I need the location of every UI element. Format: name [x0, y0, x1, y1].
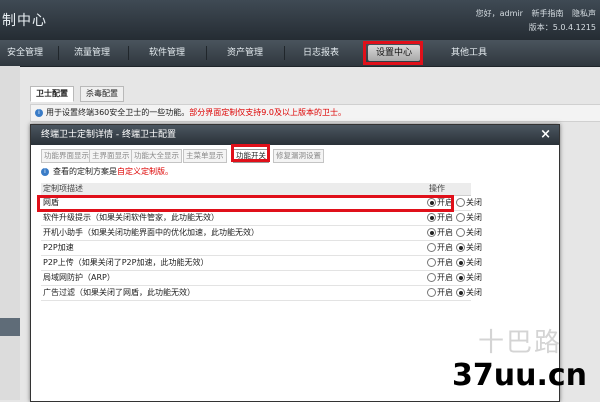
- radio-on-icon[interactable]: [427, 213, 436, 222]
- nav-item-logs[interactable]: 日志报表: [290, 45, 352, 61]
- row-options: 开启 关闭: [427, 226, 485, 240]
- dialog-title: 终端卫士定制详情 - 终端卫士配置: [41, 130, 176, 140]
- option-on-label: 开启: [437, 243, 453, 252]
- option-off-label: 关闭: [466, 198, 482, 207]
- watermark-url: 37uu.cn: [452, 358, 587, 393]
- radio-off-icon[interactable]: [456, 273, 465, 282]
- radio-off-icon[interactable]: [456, 213, 465, 222]
- main-nav: 安全管理 流量管理 软件管理 资产管理 日志报表 设置中心 其他工具: [0, 40, 600, 67]
- highlight-switch-tab: [231, 144, 270, 162]
- info-warning: 部分界面定制仅支持9.0及以上版本的卫士。: [189, 108, 347, 117]
- sidebar-band: [0, 318, 20, 336]
- row-options: 开启 关闭: [427, 271, 485, 285]
- radio-off-icon[interactable]: [456, 288, 465, 297]
- link-guide[interactable]: 新手指南: [531, 9, 563, 18]
- option-on-label: 开启: [437, 273, 453, 282]
- row-label: P2P上传（如果关闭了P2P加速，此功能无效）: [43, 258, 209, 267]
- tab-vuln-fix[interactable]: 修复漏洞设置: [273, 149, 324, 163]
- radio-off-icon[interactable]: [456, 198, 465, 207]
- tab-main-ui[interactable]: 主界面显示: [89, 149, 133, 163]
- highlight-net-shield-row: [37, 195, 454, 212]
- option-on-label: 开启: [437, 213, 453, 222]
- radio-off-icon[interactable]: [456, 228, 465, 237]
- highlight-settings-tab: [363, 41, 423, 65]
- table-row: P2P上传（如果关闭了P2P加速，此功能无效） 开启 关闭: [41, 256, 482, 271]
- tab-feature-ui[interactable]: 功能界面显示: [41, 149, 92, 163]
- link-privacy[interactable]: 隐私声: [572, 9, 596, 18]
- app-header: 制中心 您好，admir 新手指南 隐私声 版本：5.0.4.1215: [0, 0, 600, 40]
- row-label: 局域网防护（ARP）: [43, 273, 115, 282]
- row-options: 开启 关闭: [427, 241, 485, 255]
- subtab-guard-config[interactable]: 卫士配置: [30, 86, 74, 102]
- row-options: 开启 关闭: [427, 211, 485, 225]
- dialog-info: i 查看的定制方案是自定义定制版。: [41, 166, 173, 178]
- radio-on-icon[interactable]: [427, 243, 436, 252]
- radio-on-icon[interactable]: [427, 273, 436, 282]
- info-icon: i: [35, 108, 43, 117]
- option-off-label: 关闭: [466, 228, 482, 237]
- nav-item-security[interactable]: 安全管理: [0, 45, 50, 61]
- table-row: 局域网防护（ARP） 开启 关闭: [41, 271, 482, 286]
- table-row: 开机小助手（如果关闭功能界面中的优化加速，此功能无效） 开启 关闭: [41, 226, 482, 241]
- nav-item-tools[interactable]: 其他工具: [438, 45, 500, 61]
- radio-off-icon[interactable]: [456, 243, 465, 252]
- tab-main-menu[interactable]: 主菜单显示: [183, 149, 227, 163]
- dialog-info-prefix: 查看的定制方案是: [53, 167, 117, 176]
- row-label: P2P加速: [43, 243, 74, 252]
- radio-on-icon[interactable]: [427, 258, 436, 267]
- page-info-bar: i 用于设置终端360安全卫士的一些功能。部分界面定制仅支持9.0及以上版本的卫士…: [30, 104, 600, 122]
- app-title: 制中心: [2, 13, 47, 29]
- option-on-label: 开启: [437, 258, 453, 267]
- dialog-header: 终端卫士定制详情 - 终端卫士配置 ×: [31, 125, 559, 145]
- option-off-label: 关闭: [466, 273, 482, 282]
- table-row: P2P加速 开启 关闭: [41, 241, 482, 256]
- row-label: 软件升级提示（如果关闭软件管家，此功能无效）: [43, 213, 219, 222]
- info-text: 用于设置终端360安全卫士的一些功能。: [46, 108, 190, 117]
- greeting-text: 您好，admir: [475, 9, 523, 18]
- row-options: 开启 关闭: [427, 256, 485, 270]
- close-icon[interactable]: ×: [540, 125, 551, 145]
- version-text: 版本：5.0.4.1215: [528, 23, 596, 32]
- option-off-label: 关闭: [466, 213, 482, 222]
- nav-item-traffic[interactable]: 流量管理: [62, 45, 122, 61]
- nav-item-software[interactable]: 软件管理: [136, 45, 198, 61]
- watermark-logo: 十巴路: [478, 328, 563, 358]
- option-on-label: 开启: [437, 228, 453, 237]
- radio-off-icon[interactable]: [456, 258, 465, 267]
- info-icon: i: [41, 167, 49, 176]
- option-on-label: 开启: [437, 288, 453, 297]
- table-row: 软件升级提示（如果关闭软件管家，此功能无效） 开启 关闭: [41, 211, 482, 226]
- col-op: 操作: [429, 184, 445, 193]
- background-sidebar: [0, 66, 20, 400]
- row-label: 广告过滤（如果关闭了网盾，此功能无效）: [43, 288, 195, 297]
- dialog-info-plan: 自定义定制版。: [117, 167, 173, 176]
- row-options: 开启 关闭: [427, 286, 485, 300]
- row-label: 开机小助手（如果关闭功能界面中的优化加速，此功能无效）: [43, 228, 259, 237]
- subtab-antivirus-config[interactable]: 杀毒配置: [80, 86, 124, 102]
- col-desc: 定制项描述: [43, 184, 83, 193]
- table-row: 广告过滤（如果关闭了网盾，此功能无效） 开启 关闭: [41, 286, 482, 301]
- nav-item-assets[interactable]: 资产管理: [214, 45, 276, 61]
- option-off-label: 关闭: [466, 243, 482, 252]
- user-area: 您好，admir 新手指南 隐私声: [470, 8, 596, 19]
- radio-on-icon[interactable]: [427, 228, 436, 237]
- option-off-label: 关闭: [466, 258, 482, 267]
- tab-feature-list[interactable]: 功能大全显示: [131, 149, 182, 163]
- radio-on-icon[interactable]: [427, 288, 436, 297]
- option-off-label: 关闭: [466, 288, 482, 297]
